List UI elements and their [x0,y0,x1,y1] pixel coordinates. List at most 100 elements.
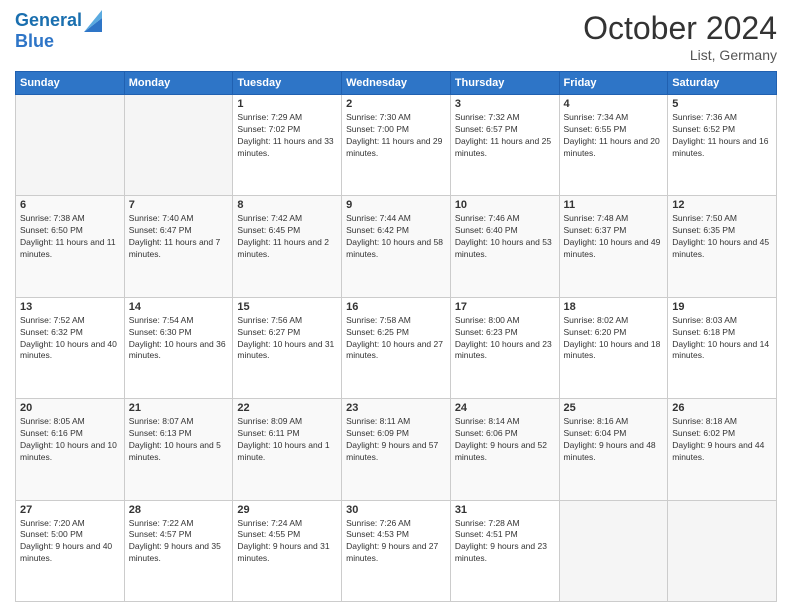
calendar-cell: 7 Sunrise: 7:40 AM Sunset: 6:47 PM Daylig… [124,196,233,297]
day-number: 13 [20,301,120,313]
calendar-cell: 11 Sunrise: 7:48 AM Sunset: 6:37 PM Dayli… [559,196,668,297]
day-number: 15 [237,301,337,313]
day-info: Sunrise: 7:56 AM Sunset: 6:27 PM Dayligh… [237,315,337,363]
calendar-cell: 26Sunrise: 8:18 AM Sunset: 6:02 PM Dayli… [668,399,777,500]
day-info: Sunrise: 8:16 AM Sunset: 6:04 PM Dayligh… [564,416,664,464]
title-area: October 2024 List, Germany [583,10,777,63]
weekday-header-sunday: Sunday [16,72,125,95]
calendar-table: SundayMondayTuesdayWednesdayThursdayFrid… [15,71,777,602]
weekday-header-tuesday: Tuesday [233,72,342,95]
location-subtitle: List, Germany [583,47,777,63]
calendar-cell: 23 Sunrise: 8:11 AM Sunset: 6:09 PM Dayli… [342,399,451,500]
day-info: Sunrise: 7:46 AM Sunset: 6:40 PM Dayligh… [455,213,555,261]
day-number: 25 [564,402,664,414]
day-number: 2 [346,98,446,110]
calendar-cell: 5 Sunrise: 7:36 AM Sunset: 6:52 PM Daylig… [668,95,777,196]
calendar-cell: 18 Sunrise: 8:02 AM Sunset: 6:20 PM Dayli… [559,297,668,398]
header: General Blue October 2024 List, Germany [15,10,777,63]
day-number: 11 [564,199,664,211]
calendar-cell: 1Sunrise: 7:29 AM Sunset: 7:02 PM Daylig… [233,95,342,196]
day-number: 9 [346,199,446,211]
calendar-cell: 12Sunrise: 7:50 AM Sunset: 6:35 PM Dayli… [668,196,777,297]
calendar-cell: 25 Sunrise: 8:16 AM Sunset: 6:04 PM Dayli… [559,399,668,500]
day-number: 12 [672,199,772,211]
calendar-cell: 29 Sunrise: 7:24 AM Sunset: 4:55 PM Dayli… [233,500,342,601]
day-number: 30 [346,504,446,516]
day-number: 16 [346,301,446,313]
calendar-cell [559,500,668,601]
day-info: Sunrise: 7:24 AM Sunset: 4:55 PM Dayligh… [237,518,337,566]
calendar-cell: 4 Sunrise: 7:34 AM Sunset: 6:55 PM Daylig… [559,95,668,196]
day-info: Sunrise: 7:42 AM Sunset: 6:45 PM Dayligh… [237,213,337,261]
day-number: 6 [20,199,120,211]
calendar-cell: 30 Sunrise: 7:26 AM Sunset: 4:53 PM Dayli… [342,500,451,601]
calendar-cell: 2Sunrise: 7:30 AM Sunset: 7:00 PM Daylig… [342,95,451,196]
calendar-cell: 9 Sunrise: 7:44 AM Sunset: 6:42 PM Daylig… [342,196,451,297]
calendar-cell: 19Sunrise: 8:03 AM Sunset: 6:18 PM Dayli… [668,297,777,398]
day-number: 10 [455,199,555,211]
calendar-cell: 27Sunrise: 7:20 AM Sunset: 5:00 PM Dayli… [16,500,125,601]
day-info: Sunrise: 7:26 AM Sunset: 4:53 PM Dayligh… [346,518,446,566]
weekday-header-friday: Friday [559,72,668,95]
day-info: Sunrise: 7:48 AM Sunset: 6:37 PM Dayligh… [564,213,664,261]
day-number: 8 [237,199,337,211]
day-number: 20 [20,402,120,414]
day-info: Sunrise: 7:52 AM Sunset: 6:32 PM Dayligh… [20,315,120,363]
day-info: Sunrise: 7:34 AM Sunset: 6:55 PM Dayligh… [564,112,664,160]
day-info: Sunrise: 8:02 AM Sunset: 6:20 PM Dayligh… [564,315,664,363]
weekday-header-monday: Monday [124,72,233,95]
day-number: 21 [129,402,229,414]
day-info: Sunrise: 8:03 AM Sunset: 6:18 PM Dayligh… [672,315,772,363]
day-number: 29 [237,504,337,516]
day-info: Sunrise: 8:11 AM Sunset: 6:09 PM Dayligh… [346,416,446,464]
day-info: Sunrise: 7:22 AM Sunset: 4:57 PM Dayligh… [129,518,229,566]
logo-text-line1: General [15,11,82,31]
logo: General Blue [15,10,102,52]
month-title: October 2024 [583,10,777,47]
calendar-cell: 6 Sunrise: 7:38 AM Sunset: 6:50 PM Daylig… [16,196,125,297]
day-info: Sunrise: 7:44 AM Sunset: 6:42 PM Dayligh… [346,213,446,261]
day-number: 7 [129,199,229,211]
day-info: Sunrise: 8:18 AM Sunset: 6:02 PM Dayligh… [672,416,772,464]
calendar-cell: 24Sunrise: 8:14 AM Sunset: 6:06 PM Dayli… [450,399,559,500]
day-info: Sunrise: 8:09 AM Sunset: 6:11 PM Dayligh… [237,416,337,464]
calendar-cell [124,95,233,196]
calendar-week-1: 1Sunrise: 7:29 AM Sunset: 7:02 PM Daylig… [16,95,777,196]
logo-icon [84,10,102,32]
calendar-cell: 21 Sunrise: 8:07 AM Sunset: 6:13 PM Dayli… [124,399,233,500]
day-info: Sunrise: 7:28 AM Sunset: 4:51 PM Dayligh… [455,518,555,566]
day-info: Sunrise: 8:14 AM Sunset: 6:06 PM Dayligh… [455,416,555,464]
day-number: 4 [564,98,664,110]
day-info: Sunrise: 7:58 AM Sunset: 6:25 PM Dayligh… [346,315,446,363]
day-info: Sunrise: 8:05 AM Sunset: 6:16 PM Dayligh… [20,416,120,464]
calendar-cell [668,500,777,601]
day-info: Sunrise: 7:38 AM Sunset: 6:50 PM Dayligh… [20,213,120,261]
page: General Blue October 2024 List, Germany … [0,0,792,612]
calendar-cell: 20 Sunrise: 8:05 AM Sunset: 6:16 PM Dayli… [16,399,125,500]
day-number: 23 [346,402,446,414]
day-info: Sunrise: 7:36 AM Sunset: 6:52 PM Dayligh… [672,112,772,160]
calendar-cell [16,95,125,196]
weekday-header-saturday: Saturday [668,72,777,95]
logo-text-line2: Blue [15,32,102,52]
day-info: Sunrise: 8:07 AM Sunset: 6:13 PM Dayligh… [129,416,229,464]
day-info: Sunrise: 7:40 AM Sunset: 6:47 PM Dayligh… [129,213,229,261]
calendar-cell: 22Sunrise: 8:09 AM Sunset: 6:11 PM Dayli… [233,399,342,500]
calendar-week-5: 27Sunrise: 7:20 AM Sunset: 5:00 PM Dayli… [16,500,777,601]
weekday-header-wednesday: Wednesday [342,72,451,95]
day-number: 5 [672,98,772,110]
day-info: Sunrise: 7:29 AM Sunset: 7:02 PM Dayligh… [237,112,337,160]
calendar-header-row: SundayMondayTuesdayWednesdayThursdayFrid… [16,72,777,95]
calendar-cell: 16 Sunrise: 7:58 AM Sunset: 6:25 PM Dayli… [342,297,451,398]
day-number: 31 [455,504,555,516]
day-info: Sunrise: 7:32 AM Sunset: 6:57 PM Dayligh… [455,112,555,160]
day-number: 28 [129,504,229,516]
calendar-cell: 31 Sunrise: 7:28 AM Sunset: 4:51 PM Dayli… [450,500,559,601]
calendar-cell: 8 Sunrise: 7:42 AM Sunset: 6:45 PM Daylig… [233,196,342,297]
calendar-cell: 10 Sunrise: 7:46 AM Sunset: 6:40 PM Dayli… [450,196,559,297]
day-info: Sunrise: 8:00 AM Sunset: 6:23 PM Dayligh… [455,315,555,363]
day-number: 14 [129,301,229,313]
calendar-week-4: 20 Sunrise: 8:05 AM Sunset: 6:16 PM Dayli… [16,399,777,500]
calendar-cell: 15 Sunrise: 7:56 AM Sunset: 6:27 PM Dayli… [233,297,342,398]
day-number: 18 [564,301,664,313]
